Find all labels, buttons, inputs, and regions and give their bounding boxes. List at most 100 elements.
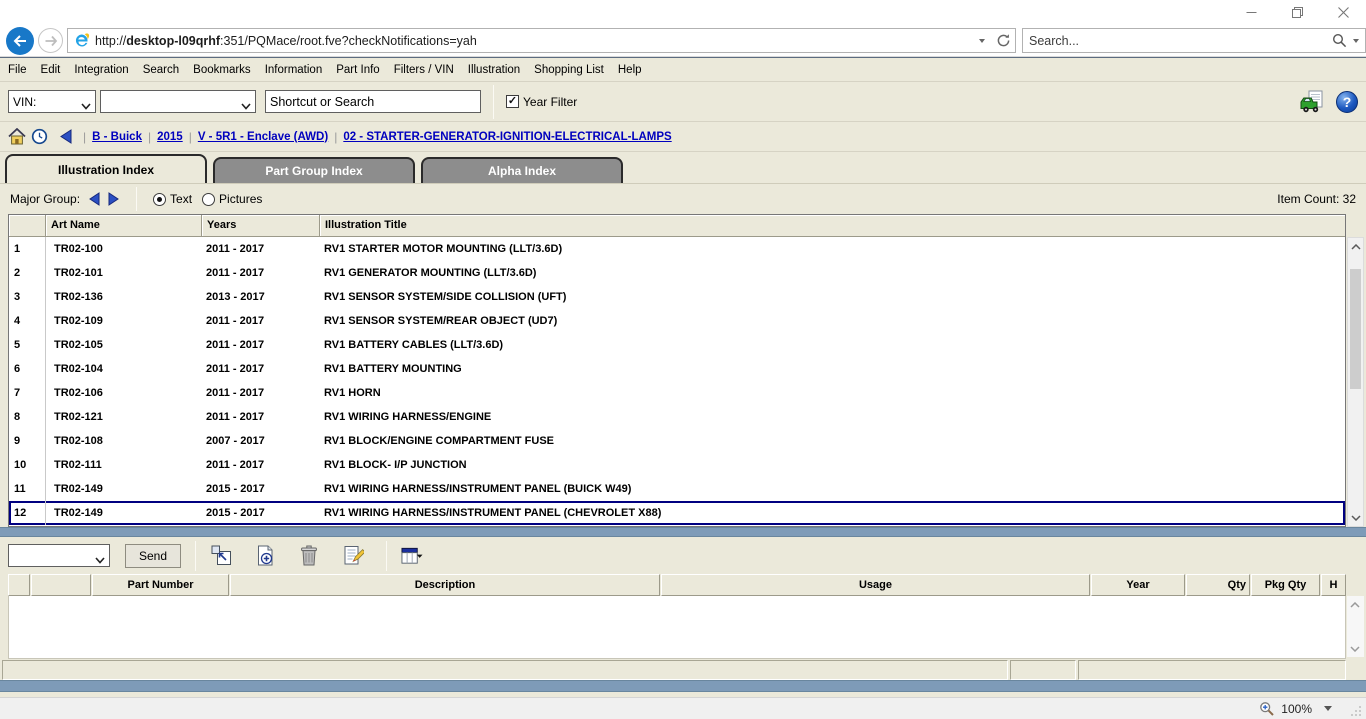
restore-button[interactable] [1274, 0, 1320, 25]
menu-item-search[interactable]: Search [136, 64, 186, 76]
menu-item-illustration[interactable]: Illustration [461, 64, 527, 76]
vin-type-select[interactable]: VIN: [8, 90, 96, 113]
illustration-row[interactable]: 8 TR02-121 2011 - 2017 RV1 WIRING HARNES… [9, 405, 1345, 429]
menu-item-integration[interactable]: Integration [67, 64, 135, 76]
zoom-level[interactable]: 100% [1281, 702, 1312, 716]
forward-arrow-icon [44, 35, 58, 47]
browser-search-input[interactable] [1029, 34, 1326, 48]
parts-column-header[interactable]: Usage [661, 574, 1090, 596]
refresh-icon[interactable] [996, 33, 1011, 48]
parts-column-header[interactable] [31, 574, 91, 596]
menu-item-filters-vin[interactable]: Filters / VIN [387, 64, 461, 76]
menu-item-bookmarks[interactable]: Bookmarks [186, 64, 258, 76]
add-part-button[interactable] [254, 545, 276, 567]
zoom-dropdown-caret-icon[interactable] [1324, 706, 1332, 711]
parts-scrollbar[interactable] [1347, 596, 1364, 657]
row-years: 2011 - 2017 [202, 243, 320, 255]
column-header-illustration-title[interactable]: Illustration Title [320, 215, 1345, 237]
illustration-row[interactable]: 10 TR02-111 2011 - 2017 RV1 BLOCK- I/P J… [9, 453, 1345, 477]
parts-table: Part Number Description Usage Year Qty P… [8, 574, 1346, 659]
row-number: 10 [9, 453, 46, 477]
parts-table-header: Part Number Description Usage Year Qty P… [8, 574, 1346, 596]
resize-grip-icon[interactable] [1350, 705, 1362, 717]
back-triangle-icon[interactable] [59, 129, 72, 144]
breadcrumb-separator: | [334, 130, 337, 144]
breadcrumb-link[interactable]: V - 5R1 - Enclave (AWD) [198, 131, 328, 143]
menu-item-edit[interactable]: Edit [34, 64, 68, 76]
illustration-row[interactable]: 12 TR02-149 2015 - 2017 RV1 WIRING HARNE… [9, 501, 1345, 525]
vehicle-select[interactable] [100, 90, 256, 113]
home-icon[interactable] [8, 128, 26, 145]
menu-item-shopping-list[interactable]: Shopping List [527, 64, 611, 76]
forward-button[interactable] [38, 28, 63, 53]
open-in-window-button[interactable] [210, 545, 232, 567]
column-options-button[interactable] [401, 545, 423, 567]
menu-item-file[interactable]: File [1, 64, 34, 76]
close-button[interactable] [1320, 0, 1366, 25]
scroll-down-button[interactable] [1348, 510, 1363, 525]
major-group-prev-button[interactable] [88, 192, 100, 206]
address-bar[interactable]: http://desktop-l09qrhf:351/PQMace/root.f… [67, 28, 1016, 53]
column-header-art-name[interactable]: Art Name [46, 215, 202, 237]
breadcrumb-links: | B - Buick | 2015 | V - 5R1 - Enclave (… [77, 130, 672, 144]
search-icon[interactable] [1332, 33, 1347, 48]
illustration-row[interactable]: 2 TR02-101 2011 - 2017 RV1 GENERATOR MOU… [9, 261, 1345, 285]
row-years: 2011 - 2017 [202, 363, 320, 375]
minimize-button[interactable] [1228, 0, 1274, 25]
year-filter-checkbox[interactable]: ✓ [506, 95, 519, 108]
search-dropdown-caret-icon[interactable] [1353, 39, 1359, 43]
illustration-row[interactable]: 4 TR02-109 2011 - 2017 RV1 SENSOR SYSTEM… [9, 309, 1345, 333]
major-group-next-button[interactable] [108, 192, 120, 206]
breadcrumb-link[interactable]: 02 - STARTER-GENERATOR-IGNITION-ELECTRIC… [343, 131, 671, 143]
row-art-name: TR02-101 [46, 267, 202, 279]
row-title: RV1 HORN [320, 387, 1345, 399]
action-select[interactable] [8, 544, 110, 567]
delete-button[interactable] [298, 545, 320, 567]
column-header-num[interactable] [9, 215, 46, 237]
breadcrumb-link[interactable]: 2015 [157, 131, 183, 143]
tab-alpha-index[interactable]: Alpha Index [421, 157, 623, 183]
illustration-row[interactable]: 6 TR02-104 2011 - 2017 RV1 BATTERY MOUNT… [9, 357, 1345, 381]
vertical-scrollbar[interactable] [1347, 237, 1364, 527]
scroll-up-button[interactable] [1347, 597, 1362, 612]
vehicle-report-icon[interactable] [1299, 90, 1327, 114]
menu-item-information[interactable]: Information [258, 64, 330, 76]
breadcrumb-separator: | [148, 130, 151, 144]
breadcrumb-link[interactable]: B - Buick [92, 131, 142, 143]
parts-column-header[interactable]: Part Number [92, 574, 229, 596]
help-icon[interactable]: ? [1336, 91, 1358, 113]
menu-item-part-info[interactable]: Part Info [329, 64, 386, 76]
parts-column-header[interactable]: H [1321, 574, 1346, 596]
row-years: 2011 - 2017 [202, 387, 320, 399]
scrollbar-thumb[interactable] [1350, 269, 1361, 389]
illustration-row[interactable]: 9 TR02-108 2007 - 2017 RV1 BLOCK/ENGINE … [9, 429, 1345, 453]
parts-column-header[interactable]: Description [230, 574, 660, 596]
edit-notes-button[interactable] [342, 545, 364, 567]
scroll-down-button[interactable] [1347, 641, 1362, 656]
radio-text[interactable] [153, 193, 166, 206]
parts-column-header[interactable] [8, 574, 30, 596]
row-number: 8 [9, 405, 46, 429]
parts-column-header[interactable]: Qty [1186, 574, 1250, 596]
tab-illustration-index[interactable]: Illustration Index [5, 154, 207, 183]
radio-pictures[interactable] [202, 193, 215, 206]
history-clock-icon[interactable] [31, 128, 48, 145]
illustration-row[interactable]: 11 TR02-149 2015 - 2017 RV1 WIRING HARNE… [9, 477, 1345, 501]
zoom-icon[interactable] [1259, 701, 1275, 717]
send-button[interactable]: Send [125, 544, 181, 568]
illustration-row[interactable]: 3 TR02-136 2013 - 2017 RV1 SENSOR SYSTEM… [9, 285, 1345, 309]
url-dropdown-caret-icon[interactable] [979, 39, 985, 43]
illustration-row[interactable]: 5 TR02-105 2011 - 2017 RV1 BATTERY CABLE… [9, 333, 1345, 357]
illustration-row[interactable]: 7 TR02-106 2011 - 2017 RV1 HORN [9, 381, 1345, 405]
scroll-up-button[interactable] [1348, 239, 1363, 254]
parts-table-zone: Part Number Description Usage Year Qty P… [0, 574, 1366, 659]
back-button[interactable] [6, 27, 34, 55]
shortcut-search-input[interactable] [265, 90, 481, 113]
browser-search-box[interactable] [1022, 28, 1366, 53]
parts-column-header[interactable]: Year [1091, 574, 1185, 596]
column-header-years[interactable]: Years [202, 215, 320, 237]
illustration-row[interactable]: 1 TR02-100 2011 - 2017 RV1 STARTER MOTOR… [9, 237, 1345, 261]
parts-column-header[interactable]: Pkg Qty [1251, 574, 1320, 596]
tab-part-group-index[interactable]: Part Group Index [213, 157, 415, 183]
menu-item-help[interactable]: Help [611, 64, 649, 76]
